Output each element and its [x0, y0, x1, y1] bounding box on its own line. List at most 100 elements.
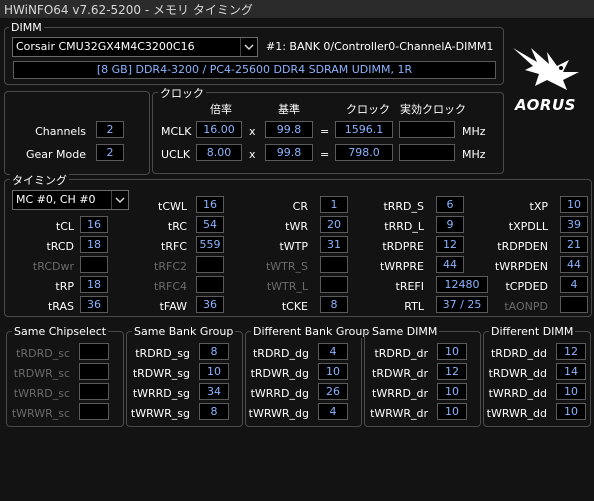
timing-label: tWRPRE [379, 260, 424, 273]
subgroup-value: 10 [556, 383, 586, 400]
channels-value: 2 [96, 121, 124, 138]
timing-label: tFAW [159, 300, 187, 313]
timing-label: tWTR_S [265, 260, 308, 273]
subgroup-label: tWRRD_sg [132, 387, 190, 400]
timing-value: 16 [196, 196, 224, 213]
timing-label: tRAS [47, 300, 74, 313]
subgroup-value [79, 403, 109, 420]
mclk-times: x [249, 125, 256, 138]
timing-value: 20 [320, 216, 348, 233]
timing-value: 44 [436, 256, 464, 273]
subgroup-label: tWRWR_sg [130, 407, 190, 420]
subgroup-title: Same DIMM [370, 325, 440, 338]
timing-label: tAONPD [504, 300, 548, 313]
brand-name: AORUS [515, 96, 576, 114]
timing-value: 37 / 25 [436, 296, 488, 313]
subgroup-value: 8 [199, 403, 229, 420]
timing-label: CR [292, 200, 308, 213]
subgroup-value [79, 343, 109, 360]
timing-label: tWRPDEN [494, 260, 548, 273]
subgroup-value: 12 [556, 343, 586, 360]
subgroup-label: tWRWR_dg [248, 407, 309, 420]
timing-value: 8 [320, 296, 348, 313]
dimm-slot-text: #1: BANK 0/Controller0-ChannelA-DIMM1 [266, 40, 494, 53]
timing-value: 12480 [436, 276, 488, 293]
subgroup-label: tWRWR_dr [370, 407, 428, 420]
timing-label: tRFC4 [154, 280, 187, 293]
timing-value: 39 [560, 216, 588, 233]
subgroup-label: tRDRD_sc [16, 347, 70, 360]
subgroup-label: tWRWR_sc [11, 407, 70, 420]
chevron-down-icon [111, 191, 128, 209]
subgroup-value: 10 [199, 363, 229, 380]
timing-value: 16 [80, 216, 108, 233]
timing-value: 1 [320, 196, 348, 213]
timing-value: 18 [80, 276, 108, 293]
timing-label: RTL [404, 300, 424, 313]
timing-value: 54 [196, 216, 224, 233]
timing-label: tREFI [395, 280, 424, 293]
timing-label: tCL [55, 220, 74, 233]
channel-select-value: MC #0, CH #0 [16, 193, 96, 206]
uclk-effective [399, 144, 455, 161]
mclk-effective [399, 121, 455, 138]
subgroup-value [79, 363, 109, 380]
timing-label: tRDPDEN [497, 240, 548, 253]
timing-value: 10 [560, 196, 588, 213]
timing-label: tXP [529, 200, 548, 213]
uclk-unit: MHz [462, 148, 486, 161]
timing-value [320, 256, 348, 273]
timing-value: 6 [436, 196, 464, 213]
mclk-clock: 1596.1 [335, 121, 393, 138]
timing-label: tRCD [46, 240, 74, 253]
timing-value [196, 276, 224, 293]
subgroup-value: 10 [437, 343, 467, 360]
timing-group-label: タイミング [10, 172, 69, 188]
timing-label: tWR [285, 220, 308, 233]
mclk-base: 99.8 [265, 121, 313, 138]
uclk-base: 99.8 [265, 144, 313, 161]
subgroup-label: tWRRD_sc [13, 387, 70, 400]
uclk-ratio: 8.00 [196, 144, 242, 161]
mclk-ratio: 16.00 [196, 121, 242, 138]
subgroup-value: 4 [318, 343, 348, 360]
col-ratio: 倍率 [210, 103, 232, 116]
timing-label: tWTR_L [266, 280, 308, 293]
channels-label: Channels [35, 125, 86, 138]
uclk-clock: 798.0 [335, 144, 393, 161]
subgroup-value: 26 [318, 383, 348, 400]
timing-label: tRFC [161, 240, 187, 253]
timing-label: tWTP [279, 240, 308, 253]
timing-value [80, 256, 108, 273]
col-clock: クロック [346, 103, 390, 116]
timing-label: tRRD_S [383, 200, 424, 213]
chevron-down-icon [240, 38, 257, 56]
timing-label: tCWL [158, 200, 187, 213]
timing-value: 44 [560, 256, 588, 273]
subgroup-label: tRDWR_dg [250, 367, 309, 380]
subgroup-value: 34 [199, 383, 229, 400]
timing-value [560, 296, 588, 313]
clock-group-label: クロック [158, 85, 206, 101]
subgroup-label: tRDWR_dr [372, 367, 428, 380]
subgroup-value: 8 [199, 343, 229, 360]
subgroup-value [79, 383, 109, 400]
timing-label: tRC [167, 220, 187, 233]
mclk-equals: = [320, 125, 330, 138]
timing-label: tRRD_L [384, 220, 424, 233]
subgroup-label: tWRRD_dg [250, 387, 309, 400]
subgroup-value: 10 [318, 363, 348, 380]
subgroup-value: 4 [318, 403, 348, 420]
subgroup-label: tWRWR_dd [486, 407, 547, 420]
channel-select[interactable]: MC #0, CH #0 [12, 190, 129, 210]
mclk-label: MCLK [161, 125, 192, 138]
col-effective: 実効クロック [400, 103, 466, 116]
uclk-times: x [249, 148, 256, 161]
subgroup-label: tRDRD_dd [490, 347, 547, 360]
window-title: HWiNFO64 v7.62-5200 - メモリ タイミング [4, 3, 253, 17]
subgroup-value: 12 [437, 363, 467, 380]
module-select[interactable]: Corsair CMU32GX4M4C3200C16 [12, 37, 258, 57]
title-bar[interactable]: HWiNFO64 v7.62-5200 - メモリ タイミング [0, 0, 594, 18]
timing-label: tCKE [281, 300, 308, 313]
timing-value: 36 [80, 296, 108, 313]
